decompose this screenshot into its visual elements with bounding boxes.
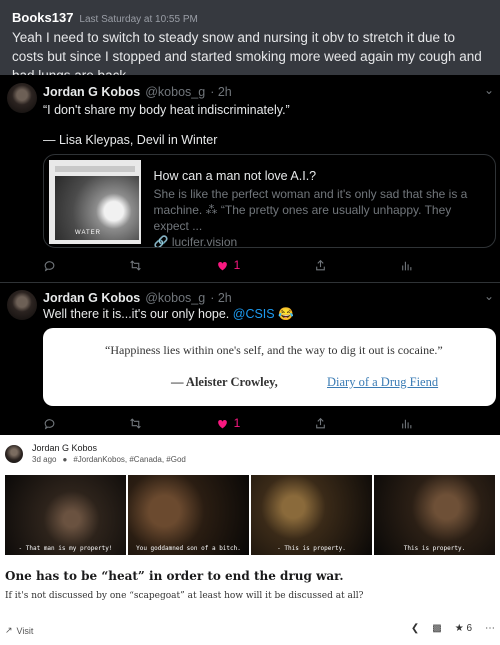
quote-text: “Happiness lies within one's self, and t…	[105, 343, 443, 357]
chat-timestamp: Last Saturday at 10:55 PM	[79, 14, 198, 25]
retweet-button[interactable]	[129, 258, 142, 272]
retweet-icon	[130, 417, 142, 429]
post-body: If it's not discussed by one “scapegoat”…	[5, 591, 364, 601]
analytics-icon	[402, 261, 412, 270]
card-description-line2: machine. ⁂ “The pretty ones are usually …	[153, 203, 452, 233]
movie-frame[interactable]: - This is property.	[251, 475, 372, 555]
quote-embed[interactable]: “Happiness lies within one's self, and t…	[43, 328, 496, 406]
post-author[interactable]: Jordan G Kobos	[32, 443, 97, 453]
frame-caption: This is property.	[403, 545, 466, 552]
more-chevron-icon[interactable]: ⌄	[484, 289, 494, 303]
like-count: 1	[233, 416, 241, 430]
heart-icon	[217, 419, 227, 428]
post-toolbar: ❮ ▩ ★ 6 ⋯	[411, 623, 495, 634]
card-title: How can a man not love A.I.?	[153, 169, 317, 183]
movie-frame[interactable]: - That man is my property!	[5, 475, 126, 555]
share-icon	[315, 417, 325, 428]
card-thumbnail: WATER	[49, 160, 141, 244]
tweet-actions: 1	[43, 416, 413, 430]
share-button[interactable]	[314, 416, 327, 430]
like-count: 1	[233, 258, 241, 272]
tweet-age[interactable]: · 2h	[210, 291, 232, 305]
chat-message: Books137 Last Saturday at 10:55 PM Yeah …	[0, 0, 500, 83]
star-button[interactable]: ★ 6	[455, 623, 472, 634]
tweet-handle[interactable]: @kobos_g	[145, 291, 205, 305]
movie-frame[interactable]: You goddamned son of a bitch.	[128, 475, 249, 555]
analytics-button[interactable]	[400, 416, 413, 430]
tweet[interactable]: Jordan G Kobos @kobos_g · 2h ⌄ Well ther…	[0, 283, 500, 435]
tweet-age[interactable]: · 2h	[210, 85, 232, 99]
frame-caption: You goddamned son of a bitch.	[136, 545, 241, 552]
comment-icon[interactable]: ▩	[432, 623, 441, 634]
frame-caption: - This is property.	[277, 545, 346, 552]
tweet-text-body: Well there it is...it's our only hope.	[43, 307, 233, 321]
visit-link[interactable]: ↗ Visit	[5, 625, 33, 636]
external-link-icon: ↗	[5, 625, 13, 635]
visit-label: Visit	[16, 625, 34, 636]
tweet-text-line2: — Lisa Kleypas, Devil in Winter	[43, 133, 218, 147]
like-button[interactable]: 1	[216, 258, 241, 272]
frame-caption: - That man is my property!	[18, 545, 113, 552]
retweet-icon	[130, 259, 142, 271]
post-card[interactable]: Jordan G Kobos 3d ago ● #JordanKobos, #C…	[0, 435, 500, 645]
avatar[interactable]	[7, 83, 37, 113]
card-link-domain: lucifer.vision	[171, 235, 238, 248]
share-icon	[315, 259, 325, 270]
share-button[interactable]	[314, 258, 327, 272]
heart-icon	[217, 261, 227, 270]
chat-username[interactable]: Books137	[12, 10, 73, 25]
link-icon: 🔗	[153, 235, 169, 248]
reply-button[interactable]	[43, 258, 56, 272]
mention-link[interactable]: @CSIS	[233, 307, 275, 321]
reply-icon	[44, 418, 55, 430]
laughing-emoji-icon: 😂	[278, 307, 294, 321]
tweet-handle[interactable]: @kobos_g	[145, 85, 205, 99]
post-age: 3d ago	[32, 455, 57, 464]
retweet-button[interactable]	[129, 416, 142, 430]
tweet-author-name[interactable]: Jordan G Kobos	[43, 85, 140, 99]
quote-book-link[interactable]: Diary of a Drug Fiend	[327, 375, 438, 390]
analytics-icon	[402, 419, 412, 428]
card-link: 🔗 lucifer.vision	[153, 235, 487, 248]
tweet-text-line1: “I don't share my body heat indiscrimina…	[43, 103, 290, 117]
tweet-author-name[interactable]: Jordan G Kobos	[43, 291, 140, 305]
star-icon: ★	[454, 623, 464, 634]
more-options-icon[interactable]: ⋯	[485, 623, 495, 634]
analytics-button[interactable]	[400, 258, 413, 272]
star-count: 6	[466, 623, 472, 634]
share-icon[interactable]: ❮	[411, 623, 419, 634]
more-chevron-icon[interactable]: ⌄	[484, 83, 494, 97]
tag-icon: ●	[62, 455, 68, 464]
tweet-actions: 1	[43, 258, 413, 272]
post-title[interactable]: One has to be “heat” in order to end the…	[5, 569, 344, 583]
movie-frame[interactable]: This is property.	[374, 475, 495, 555]
post-meta: 3d ago ● #JordanKobos, #Canada, #God	[32, 455, 186, 464]
reply-icon	[44, 260, 55, 272]
post-tags[interactable]: #JordanKobos, #Canada, #God	[73, 455, 186, 464]
avatar[interactable]	[7, 290, 37, 320]
thumbnail-label: WATER	[75, 230, 101, 236]
link-card[interactable]: WATER How can a man not love A.I.? She i…	[43, 154, 496, 248]
quote-author: — Aleister Crowley,	[171, 375, 278, 389]
avatar[interactable]	[5, 445, 23, 463]
card-description-line1: She is like the perfect woman and it's o…	[153, 187, 468, 201]
tweet[interactable]: Jordan G Kobos @kobos_g · 2h ⌄ “I don't …	[0, 75, 500, 283]
image-strip[interactable]: - That man is my property! You goddamned…	[5, 475, 495, 555]
tweet-text: Well there it is...it's our only hope. @…	[43, 306, 294, 322]
reply-button[interactable]	[43, 416, 56, 430]
like-button[interactable]: 1	[216, 416, 241, 430]
